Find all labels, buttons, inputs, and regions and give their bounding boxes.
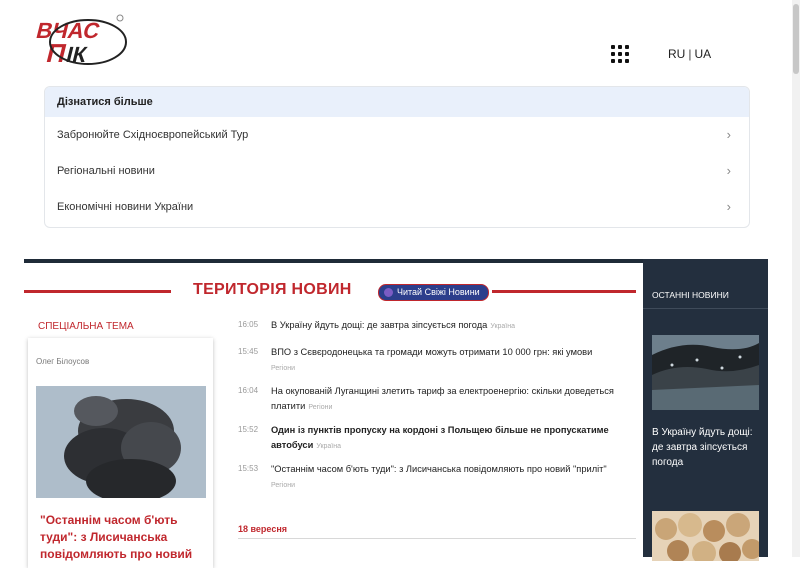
language-switcher: RU | UA: [668, 47, 711, 61]
news-headline-text: ВПО з Сєвєродонецька та громади можуть о…: [271, 347, 593, 357]
date-divider: [238, 538, 636, 539]
scrollbar-thumb[interactable]: [793, 4, 799, 74]
chevron-right-icon: ›: [726, 163, 731, 178]
news-time: 15:53: [238, 464, 259, 473]
news-time: 15:52: [238, 425, 259, 434]
news-headline[interactable]: В Україну йдуть дощі: де завтра зіпсуєть…: [271, 318, 626, 334]
sidebar-story-photo[interactable]: [652, 511, 759, 561]
apps-grid-icon[interactable]: [611, 45, 629, 63]
sidebar-story-photo[interactable]: [652, 335, 759, 410]
learn-more-title: Дізнатися більше: [45, 87, 749, 117]
card-author: Олег Білоусов: [36, 357, 90, 366]
site-logo[interactable]: В ЧАС П ІК: [28, 10, 128, 72]
page-scrollbar[interactable]: [792, 0, 800, 557]
special-topic-label: СПЕЦІАЛЬНА ТЕМА: [38, 321, 134, 332]
news-headline-text: В Україну йдуть дощі: де завтра зіпсуєть…: [271, 320, 488, 330]
news-tag[interactable]: Регіони: [271, 365, 295, 372]
viber-subscribe-button[interactable]: Читай Свіжі Новини: [378, 284, 489, 301]
news-headline[interactable]: "Останнім часом б'ють туди": з Лисичансь…: [271, 462, 626, 493]
lang-separator: |: [688, 47, 692, 61]
news-tag[interactable]: Україна: [490, 323, 515, 330]
news-tag[interactable]: Україна: [316, 443, 341, 450]
site-header: В ЧАС П ІК RU | UA: [0, 0, 800, 82]
learn-more-item[interactable]: Забронюйте Східноєвропейський Тур ›: [45, 117, 749, 153]
news-headline[interactable]: Один із пунктів пропуску на кордоні з По…: [271, 423, 626, 454]
section-title: ТЕРИТОРІЯ НОВИН: [193, 281, 352, 298]
news-time: 16:05: [238, 320, 259, 329]
news-time: 16:04: [238, 386, 259, 395]
chevron-right-icon: ›: [726, 127, 731, 142]
news-tag[interactable]: Регіони: [308, 404, 332, 411]
card-photo[interactable]: [36, 386, 206, 498]
news-time: 15:45: [238, 347, 259, 356]
news-tag[interactable]: Регіони: [271, 482, 295, 489]
section-rule-left: [24, 290, 171, 293]
news-headline[interactable]: На окупованій Луганщині злетить тариф за…: [271, 384, 626, 415]
card-title[interactable]: "Останнім часом б'ють туди": з Лисичансь…: [40, 512, 205, 563]
sidebar-divider: [643, 308, 768, 309]
section-rule-right: [492, 290, 636, 293]
lang-ru-link[interactable]: RU: [668, 47, 685, 61]
sidebar-label: ОСТАННІ НОВИНИ: [652, 290, 729, 300]
lang-ua-link[interactable]: UA: [694, 47, 711, 61]
learn-more-item-label: Забронюйте Східноєвропейський Тур: [57, 129, 249, 141]
learn-more-box: Дізнатися більше Забронюйте Східноєвропе…: [44, 86, 750, 228]
chevron-right-icon: ›: [726, 199, 731, 214]
learn-more-item[interactable]: Економічні новини України ›: [45, 189, 749, 225]
sidebar-story-title[interactable]: В Україну йдуть дощі: де завтра зіпсуєть…: [652, 425, 764, 470]
latest-news-sidebar: ОСТАННІ НОВИНИ В Україну йдуть дощі: де …: [643, 259, 768, 561]
date-heading: 18 вересня: [238, 524, 288, 534]
learn-more-item-label: Регіональні новини: [57, 165, 155, 177]
special-topic-card[interactable]: Олег Білоусов "Останнім часом б'ють туди…: [28, 338, 213, 568]
learn-more-item[interactable]: Регіональні новини ›: [45, 153, 749, 189]
news-headline-text: "Останнім часом б'ють туди": з Лисичансь…: [271, 464, 607, 474]
learn-more-item-label: Економічні новини України: [57, 201, 194, 213]
news-headline[interactable]: ВПО з Сєвєродонецька та громади можуть о…: [271, 345, 626, 376]
